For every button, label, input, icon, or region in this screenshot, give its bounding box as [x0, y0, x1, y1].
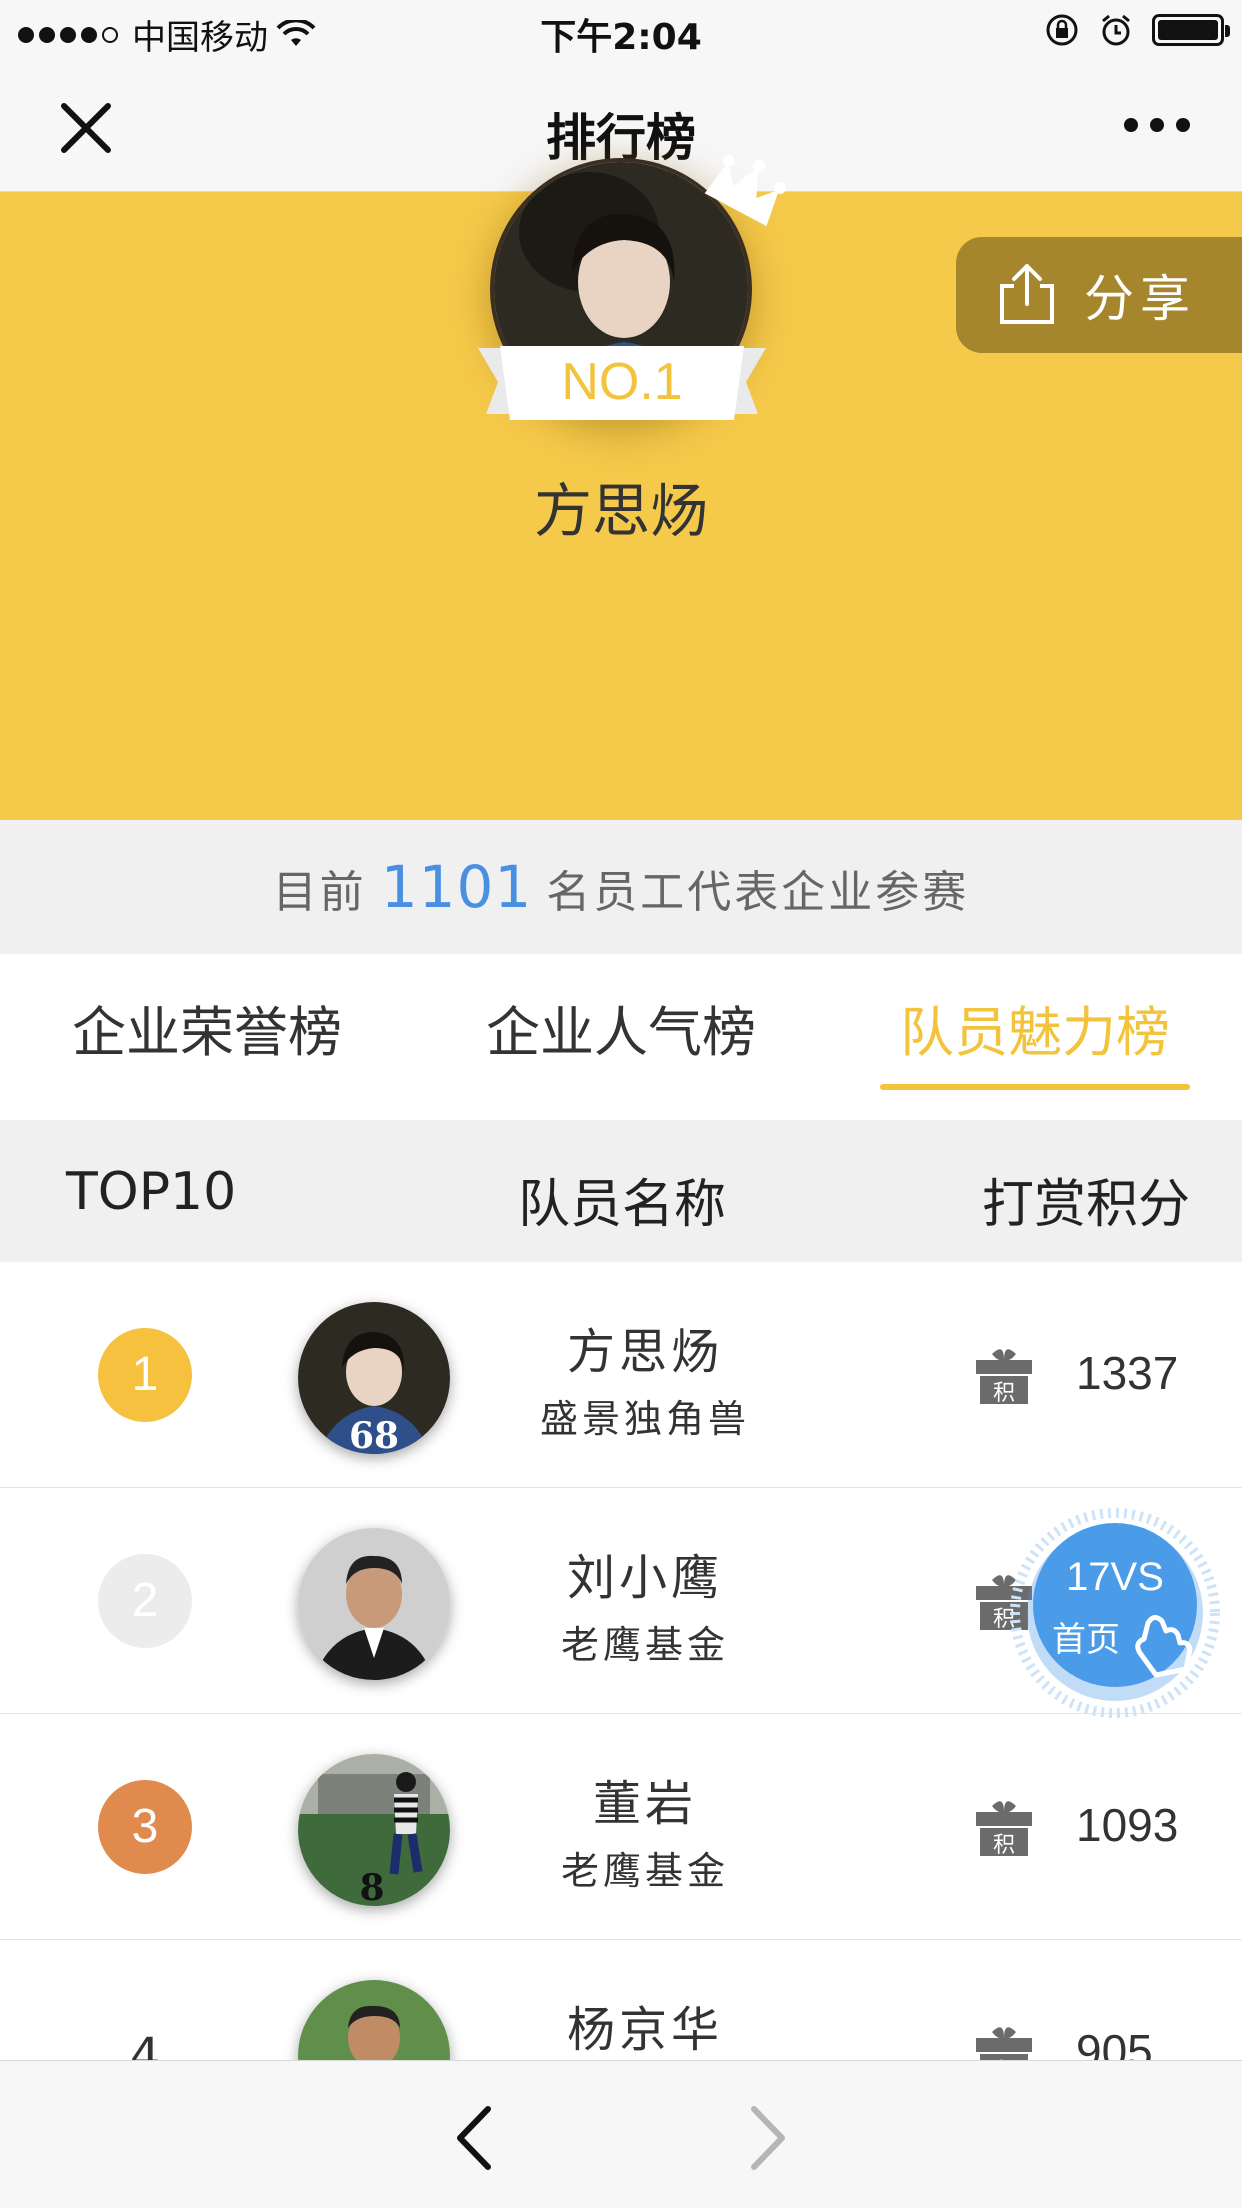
- svg-text:积: 积: [993, 1381, 1015, 1406]
- avatar: [298, 1528, 450, 1680]
- avatar: 68: [298, 1302, 450, 1454]
- chevron-left-icon[interactable]: [448, 2103, 498, 2173]
- alarm-icon: [1102, 14, 1130, 46]
- gift-icon: 积: [976, 1801, 1032, 1858]
- svg-text:积: 积: [993, 1833, 1015, 1858]
- player-company: 盛景独角兽: [539, 1397, 750, 1441]
- table-header: TOP10 队员名称 打赏积分: [0, 1120, 1242, 1262]
- top-player-name: 方思炀: [533, 477, 708, 545]
- header-rank: TOP10: [66, 1162, 237, 1222]
- avatar-jersey-number: 68: [349, 1415, 399, 1454]
- tab-company-honor[interactable]: 企业荣誉榜: [0, 988, 414, 1067]
- avatar-jersey-number: 8: [359, 1867, 384, 1906]
- home-float-label-2: 首页: [1052, 1620, 1120, 1660]
- avatar: 8: [298, 1754, 450, 1906]
- battery-icon: [1152, 14, 1230, 46]
- table-row[interactable]: 1 68 方思炀 盛景独角兽 积 1337: [0, 1262, 1242, 1488]
- participant-count: 1101: [380, 853, 533, 921]
- participant-count-bar: 目前 1101 名员工代表企业参赛: [0, 820, 1242, 954]
- gift-icon: 积: [976, 1349, 1032, 1406]
- share-label: 分享: [1084, 270, 1196, 328]
- ranking-tabs: 企业荣誉榜 企业人气榜 队员魅力榜: [0, 954, 1242, 1120]
- player-name: 刘小鹰: [566, 1550, 723, 1606]
- count-suffix: 名员工代表企业参赛: [546, 867, 970, 918]
- player-name: 董岩: [592, 1776, 697, 1832]
- status-right: [1044, 12, 1230, 48]
- rank-badge-1: 1: [98, 1328, 192, 1422]
- header-score: 打赏积分: [982, 1175, 1191, 1235]
- status-bar: 中国移动 下午2:04: [0, 0, 1242, 60]
- chevron-right-icon[interactable]: [744, 2103, 794, 2173]
- player-score: 1093: [1076, 1799, 1179, 1851]
- player-company: 老鹰基金: [560, 1849, 729, 1893]
- player-score: 1337: [1076, 1347, 1179, 1399]
- rotation-lock-icon: [1046, 14, 1078, 46]
- rank-badge-3: 3: [98, 1780, 192, 1874]
- player-name: 方思炀: [566, 1324, 723, 1380]
- count-prefix: 目前: [272, 867, 367, 918]
- table-row[interactable]: 3 8 董岩 老鹰基金 积 1093: [0, 1714, 1242, 1940]
- home-float-label-1: 17VS: [1066, 1555, 1164, 1599]
- share-button[interactable]: 分享: [956, 237, 1242, 353]
- crown-icon: [704, 154, 786, 227]
- rank-badge-2: 2: [98, 1554, 192, 1648]
- more-dots-icon[interactable]: [1124, 118, 1190, 132]
- tab-company-popularity[interactable]: 企业人气榜: [414, 988, 828, 1067]
- player-company: 老鹰基金: [560, 1623, 729, 1667]
- player-name: 杨京华: [566, 2002, 723, 2058]
- header-name: 队员名称: [518, 1175, 727, 1235]
- share-icon: [1000, 264, 1054, 324]
- active-tab-indicator: [880, 1084, 1190, 1090]
- tab-player-charm[interactable]: 队员魅力榜: [828, 988, 1242, 1067]
- browser-toolbar: [0, 2060, 1242, 2208]
- rank-badge-text: NO.1: [561, 353, 683, 411]
